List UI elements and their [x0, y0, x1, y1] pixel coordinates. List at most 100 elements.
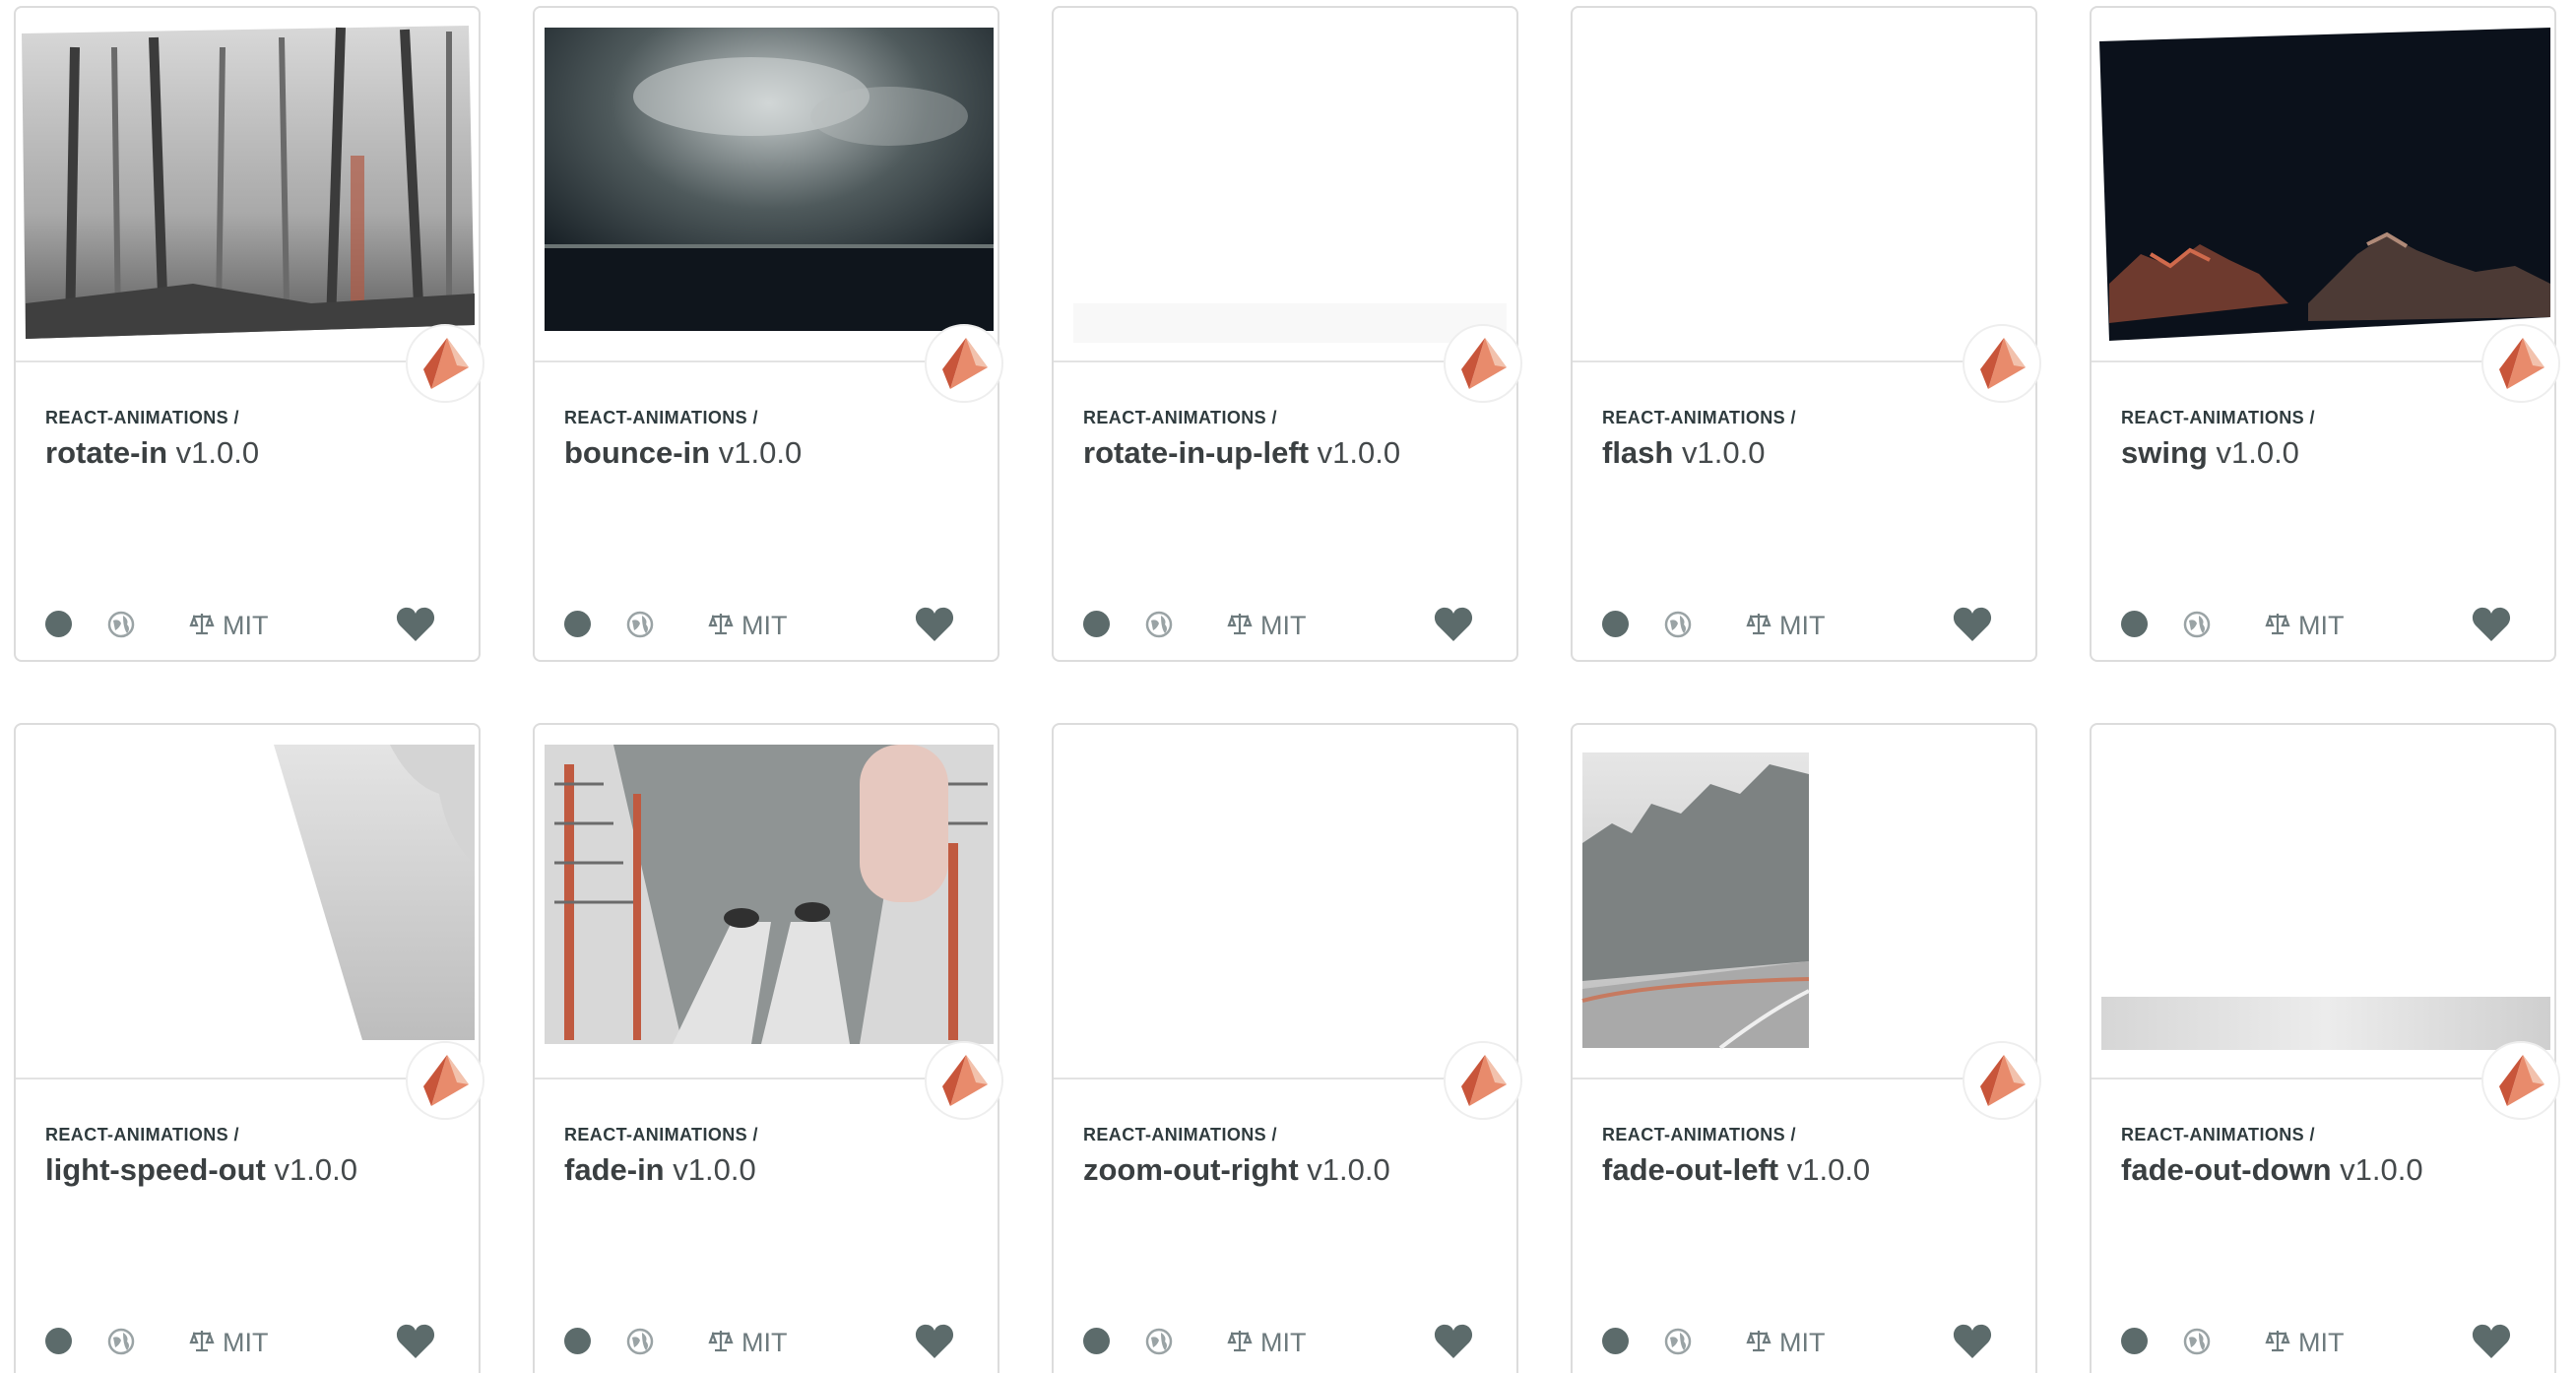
heart-icon[interactable]	[1434, 607, 1473, 642]
diamond-logo-icon	[2481, 324, 2560, 403]
animation-preview-blank	[1054, 725, 1516, 1078]
component-name[interactable]: light-speed-out	[45, 1152, 266, 1187]
component-card-swing[interactable]: REACT-ANIMATIONS / swing v1.0.0 MIT	[2090, 6, 2560, 662]
animation-preview-foggy-road	[1573, 725, 2035, 1078]
heart-icon[interactable]	[2472, 607, 2511, 642]
status-dot-icon	[1083, 611, 1110, 637]
heart-icon[interactable]	[396, 607, 435, 642]
component-name[interactable]: swing	[2121, 435, 2208, 470]
globe-icon	[1664, 611, 1692, 638]
component-version: v1.0.0	[673, 1152, 756, 1187]
component-title[interactable]: light-speed-out v1.0.0	[45, 1152, 357, 1188]
scale-icon	[1227, 1331, 1253, 1352]
globe-icon	[1145, 611, 1173, 638]
globe-icon	[107, 611, 135, 638]
component-scope: REACT-ANIMATIONS /	[1602, 1125, 1796, 1144]
status-dot-icon	[564, 1328, 591, 1354]
component-version: v1.0.0	[718, 435, 803, 470]
diamond-logo-icon	[406, 324, 484, 403]
component-name[interactable]: rotate-in	[45, 435, 167, 470]
component-version: v1.0.0	[2340, 1152, 2423, 1187]
status-dot-icon	[2121, 1328, 2148, 1354]
component-name[interactable]: zoom-out-right	[1083, 1152, 1299, 1187]
scale-icon	[708, 1331, 734, 1352]
heart-icon[interactable]	[2472, 1324, 2511, 1359]
heart-icon[interactable]	[915, 607, 954, 642]
component-card-fade-out-down[interactable]: REACT-ANIMATIONS / fade-out-down v1.0.0 …	[2090, 723, 2560, 1373]
component-title[interactable]: fade-out-down v1.0.0	[2121, 1152, 2423, 1188]
component-title[interactable]: swing v1.0.0	[2121, 435, 2299, 471]
component-title[interactable]: bounce-in v1.0.0	[564, 435, 802, 471]
component-card-flash[interactable]: REACT-ANIMATIONS / flash v1.0.0 MIT	[1571, 6, 2041, 662]
heart-icon[interactable]	[1434, 1324, 1473, 1359]
component-scope: REACT-ANIMATIONS /	[564, 408, 758, 427]
license-label: MIT	[1260, 611, 1307, 640]
component-title[interactable]: flash v1.0.0	[1602, 435, 1765, 471]
component-version: v1.0.0	[1307, 1152, 1390, 1187]
globe-icon	[107, 1328, 135, 1355]
status-dot-icon	[564, 611, 591, 637]
globe-icon	[626, 611, 654, 638]
scale-icon	[2265, 1331, 2290, 1352]
component-card-rotate-in[interactable]: REACT-ANIMATIONS / rotate-in v1.0.0 MIT	[14, 6, 484, 662]
animation-preview-storm	[535, 8, 998, 360]
heart-icon[interactable]	[1953, 1324, 1992, 1359]
component-card-zoom-out-right[interactable]: REACT-ANIMATIONS / zoom-out-right v1.0.0…	[1052, 723, 1522, 1373]
scale-icon	[1227, 614, 1253, 635]
diamond-logo-icon	[2481, 1041, 2560, 1120]
component-name[interactable]: rotate-in-up-left	[1083, 435, 1309, 470]
component-scope: REACT-ANIMATIONS /	[2121, 1125, 2315, 1144]
status-dot-icon	[45, 611, 72, 637]
diamond-logo-icon	[925, 1041, 1003, 1120]
heart-icon[interactable]	[1953, 607, 1992, 642]
component-card-fade-out-left[interactable]: REACT-ANIMATIONS / fade-out-left v1.0.0 …	[1571, 723, 2041, 1373]
diamond-logo-icon	[1963, 1041, 2041, 1120]
component-version: v1.0.0	[1317, 435, 1401, 470]
component-scope: REACT-ANIMATIONS /	[2121, 408, 2315, 427]
component-card-rotate-in-up-left[interactable]: REACT-ANIMATIONS / rotate-in-up-left v1.…	[1052, 6, 1522, 662]
animation-preview-strip	[2092, 725, 2554, 1078]
component-name[interactable]: bounce-in	[564, 435, 710, 470]
license-label: MIT	[741, 1328, 788, 1357]
component-title[interactable]: fade-in v1.0.0	[564, 1152, 756, 1188]
diamond-logo-icon	[1444, 324, 1522, 403]
scale-icon	[189, 1331, 215, 1352]
license-label: MIT	[1779, 1328, 1826, 1357]
component-title[interactable]: zoom-out-right v1.0.0	[1083, 1152, 1390, 1188]
animation-preview-forest	[16, 8, 479, 360]
license-label: MIT	[223, 1328, 269, 1357]
component-card-bounce-in[interactable]: REACT-ANIMATIONS / bounce-in v1.0.0 MIT	[533, 6, 1003, 662]
component-title[interactable]: fade-out-left v1.0.0	[1602, 1152, 1870, 1188]
component-version: v1.0.0	[274, 1152, 357, 1187]
component-title[interactable]: rotate-in v1.0.0	[45, 435, 259, 471]
globe-icon	[2183, 1328, 2211, 1355]
component-version: v1.0.0	[1786, 1152, 1871, 1187]
scale-icon	[2265, 614, 2290, 635]
animation-preview-mountains-night	[2092, 8, 2554, 360]
license-label: MIT	[741, 611, 788, 640]
component-scope: REACT-ANIMATIONS /	[45, 408, 239, 427]
component-card-fade-in[interactable]: REACT-ANIMATIONS / fade-in v1.0.0 MIT	[533, 723, 1003, 1373]
component-scope: REACT-ANIMATIONS /	[1083, 1125, 1277, 1144]
component-name[interactable]: fade-in	[564, 1152, 665, 1187]
component-name[interactable]: fade-out-down	[2121, 1152, 2332, 1187]
component-name[interactable]: flash	[1602, 435, 1673, 470]
status-dot-icon	[1083, 1328, 1110, 1354]
status-dot-icon	[2121, 611, 2148, 637]
status-dot-icon	[1602, 611, 1629, 637]
status-dot-icon	[45, 1328, 72, 1354]
component-scope: REACT-ANIMATIONS /	[1602, 408, 1796, 427]
heart-icon[interactable]	[396, 1324, 435, 1359]
component-card-light-speed-out[interactable]: REACT-ANIMATIONS / light-speed-out v1.0.…	[14, 723, 484, 1373]
status-dot-icon	[1602, 1328, 1629, 1354]
scale-icon	[189, 614, 215, 635]
animation-preview-blank	[1573, 8, 2035, 360]
component-name[interactable]: fade-out-left	[1602, 1152, 1778, 1187]
diamond-logo-icon	[925, 324, 1003, 403]
diamond-logo-icon	[1963, 324, 2041, 403]
globe-icon	[626, 1328, 654, 1355]
component-title[interactable]: rotate-in-up-left v1.0.0	[1083, 435, 1400, 471]
heart-icon[interactable]	[915, 1324, 954, 1359]
component-scope: REACT-ANIMATIONS /	[1083, 408, 1277, 427]
diamond-logo-icon	[1444, 1041, 1522, 1120]
